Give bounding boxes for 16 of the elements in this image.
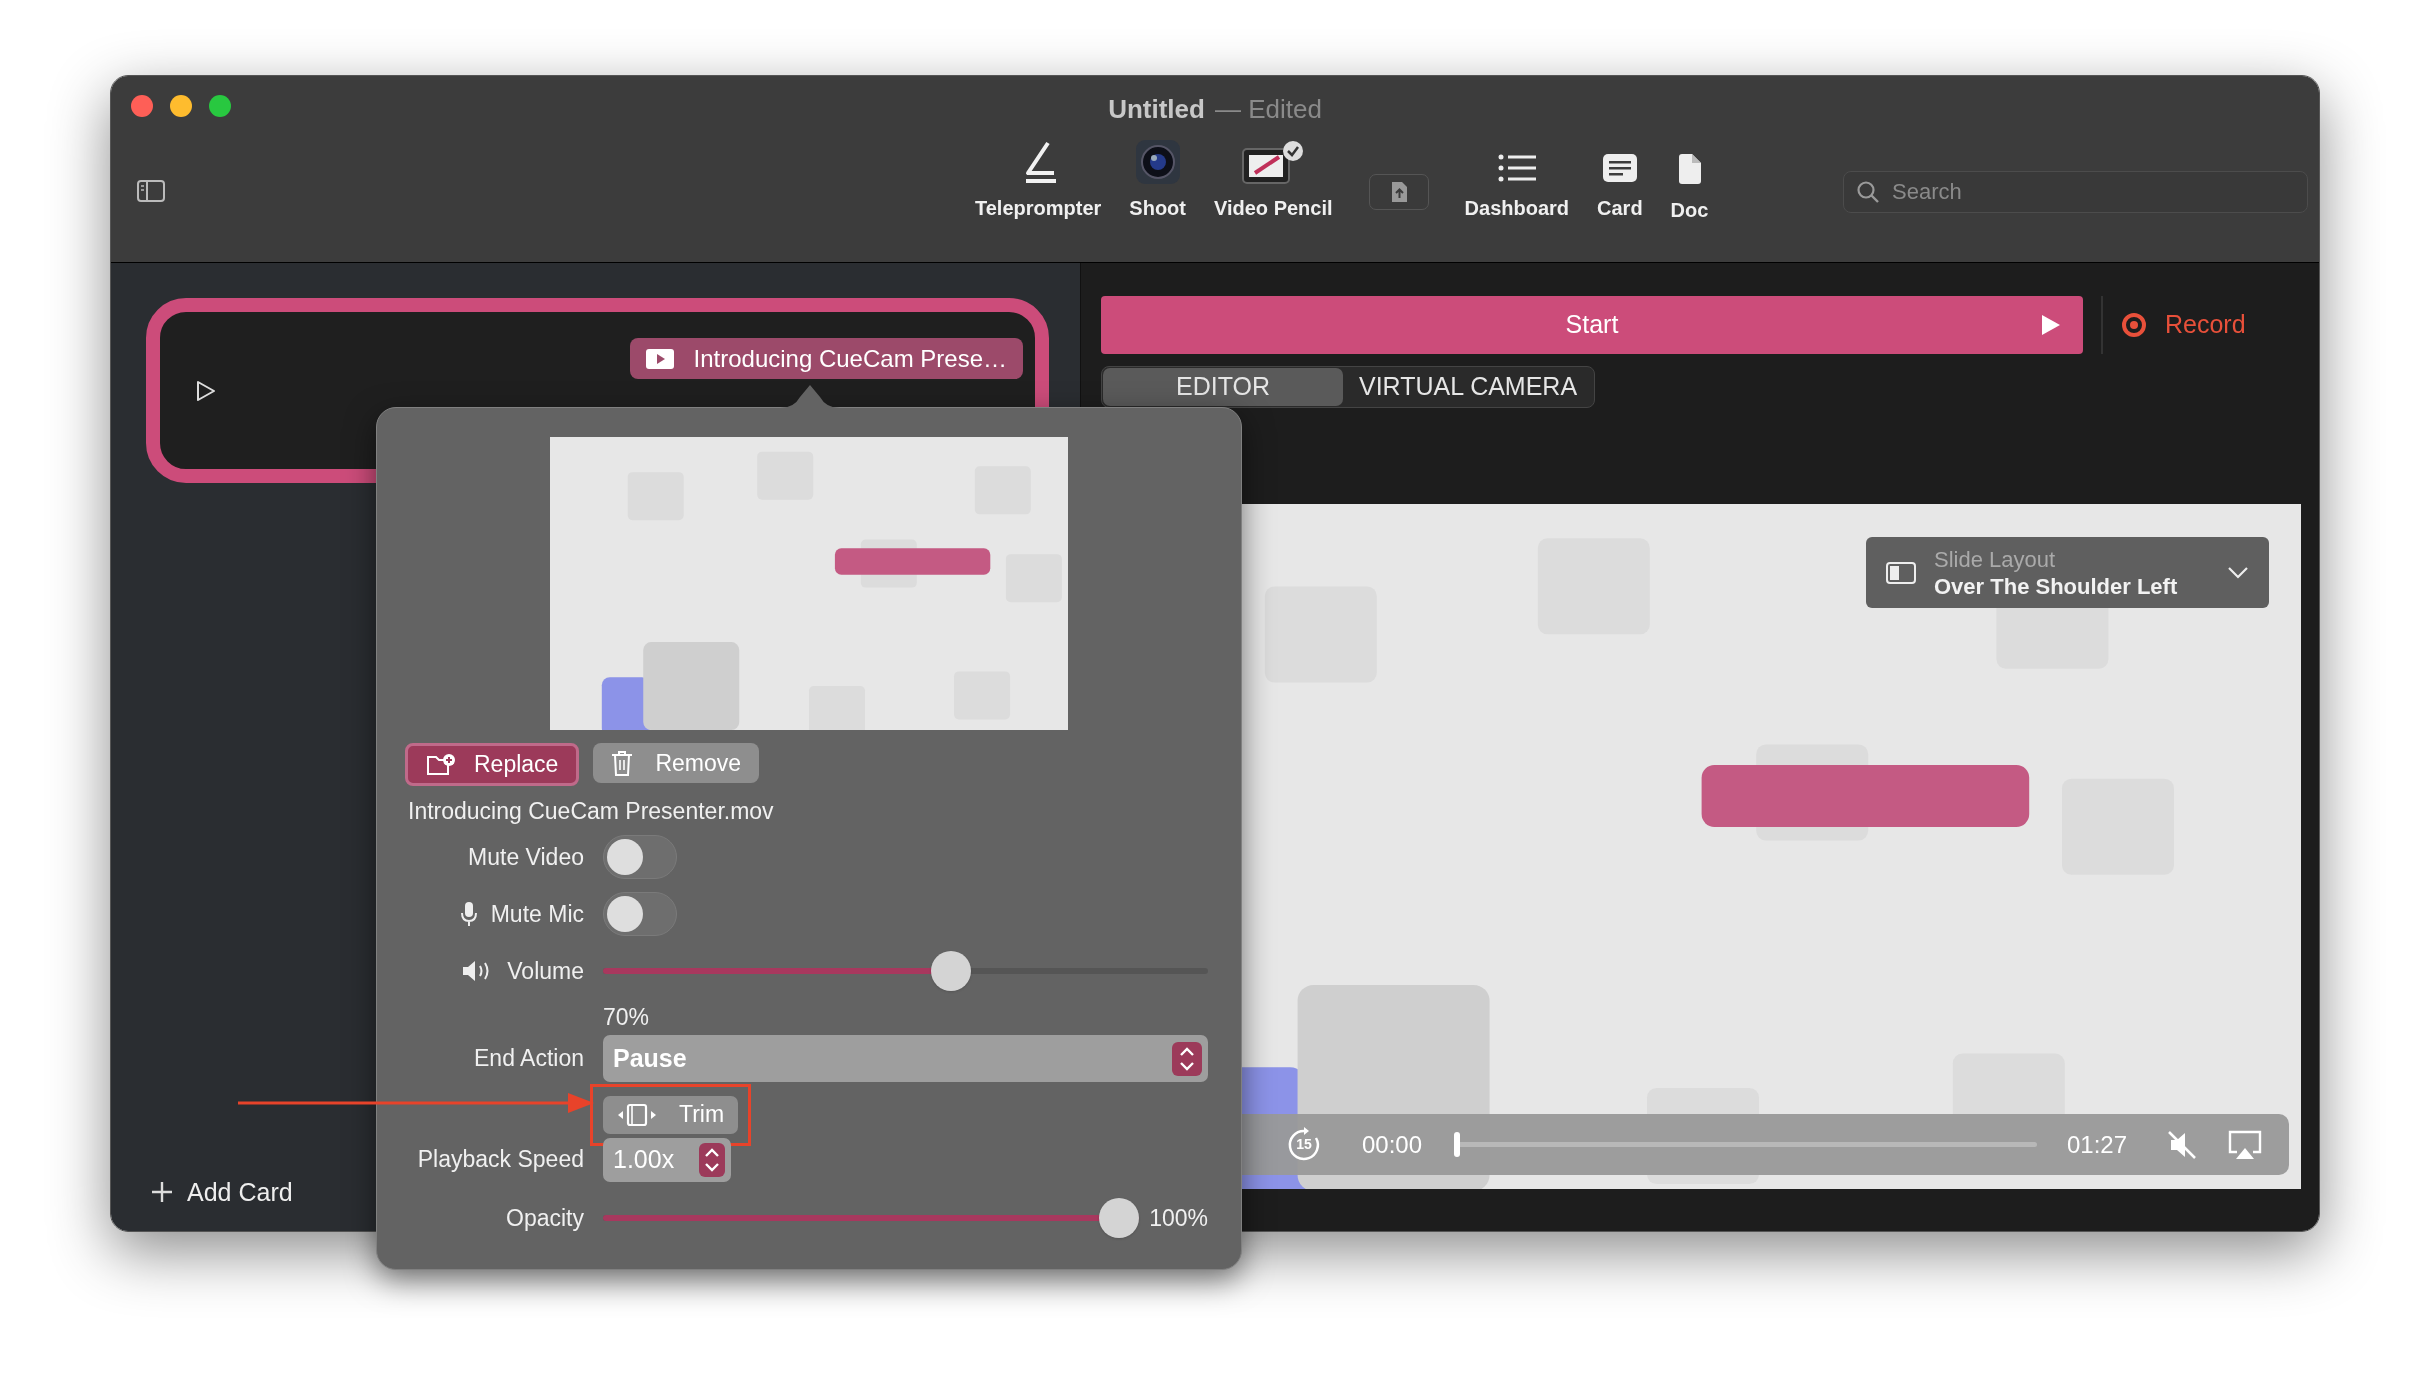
slide-layout-value: Over The Shoulder Left xyxy=(1934,572,2178,600)
field-label: Mute Video xyxy=(468,842,584,872)
current-time: 00:00 xyxy=(1362,1129,1423,1160)
window-title: Untitled xyxy=(1108,93,1205,126)
slider-value: 70% xyxy=(603,1002,651,1032)
duration-time: 01:27 xyxy=(2066,1129,2127,1160)
edited-label: — Edited xyxy=(1214,93,1322,126)
file-name: Introducing CueCam Presenter.mov xyxy=(408,797,775,826)
field-label: End Action xyxy=(474,1044,584,1074)
field-label: Volume xyxy=(507,956,584,986)
slider-value: 100% xyxy=(1149,1203,1208,1233)
field-label: Playback Speed xyxy=(417,1145,584,1175)
slide-layout-label: Slide Layout xyxy=(1934,545,2056,573)
media-tag-label: Introducing CueCam Prese… xyxy=(693,343,1007,374)
field-label: Opacity xyxy=(506,1203,584,1233)
field-label: Mute Mic xyxy=(490,899,584,929)
